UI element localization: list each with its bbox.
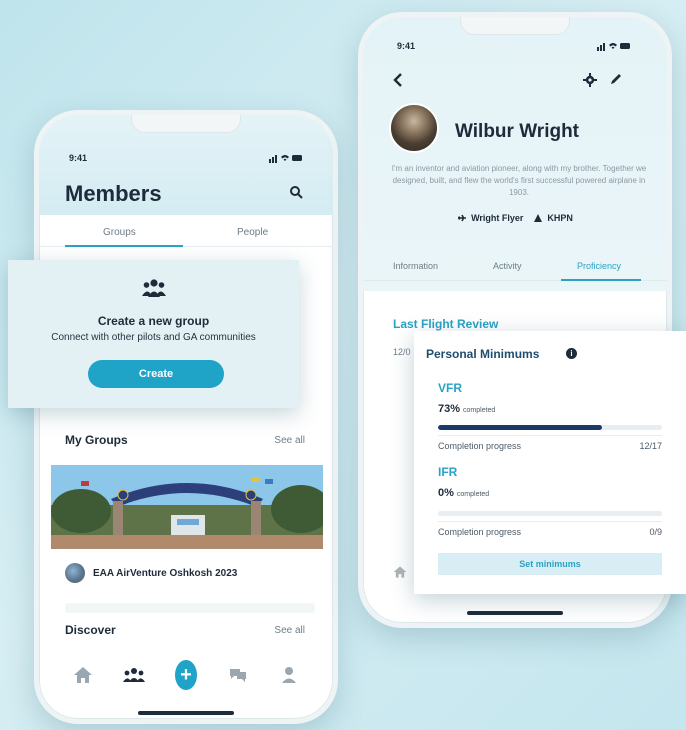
- status-icons: [269, 153, 303, 165]
- personal-minimums-card: Personal Minimums i VFR 73% completed Com…: [414, 331, 686, 594]
- discover-see-all[interactable]: See all: [274, 625, 305, 636]
- header-background: [363, 17, 667, 291]
- last-flight-review-date: 12/0: [393, 347, 411, 357]
- profile-name: Wilbur Wright: [455, 121, 580, 142]
- tab-people[interactable]: People: [237, 227, 268, 238]
- ifr-progress-count: 0/9: [649, 527, 662, 537]
- group-cover-image[interactable]: [51, 465, 323, 549]
- create-button[interactable]: Create: [88, 360, 224, 388]
- vfr-percent-suffix: completed: [463, 407, 496, 414]
- vfr-progress-fill: [438, 425, 602, 430]
- group-icon[interactable]: [123, 664, 146, 686]
- active-tab-indicator: [65, 245, 183, 247]
- ifr-label: IFR: [438, 465, 458, 479]
- status-time: 9:41: [69, 153, 88, 163]
- signal-wifi-battery-icon: [597, 43, 630, 51]
- create-group-card: Create a new group Connect with other pi…: [8, 260, 299, 408]
- group-name: EAA AirVenture Oshkosh 2023: [93, 567, 238, 579]
- divider: [438, 521, 662, 522]
- last-flight-review-title: Last Flight Review: [393, 317, 499, 331]
- ifr-percent-value: 0%: [438, 487, 454, 499]
- airport-code: KHPN: [547, 213, 573, 223]
- search-icon[interactable]: [289, 185, 303, 199]
- group-icon: [141, 278, 166, 298]
- ifr-percent-suffix: completed: [456, 491, 490, 498]
- vfr-label: VFR: [438, 381, 462, 395]
- phone-notch: [131, 115, 241, 133]
- my-groups-see-all[interactable]: See all: [274, 435, 305, 446]
- aircraft-name: Wright Flyer: [471, 213, 524, 223]
- signal-wifi-battery-icon: [269, 155, 302, 163]
- home-indicator: [138, 711, 234, 715]
- airplane-icon: [458, 214, 467, 222]
- divider: [438, 435, 662, 436]
- hangar-icon: [534, 214, 543, 222]
- person-icon[interactable]: [278, 664, 300, 686]
- members-phone: 9:41 Members Groups People My Groups See…: [34, 110, 338, 724]
- placeholder-row: [65, 603, 315, 613]
- tab-proficiency[interactable]: Proficiency: [577, 261, 621, 271]
- info-icon[interactable]: i: [566, 348, 577, 359]
- vfr-percent-value: 73%: [438, 403, 461, 415]
- status-time: 9:41: [397, 41, 416, 51]
- group-avatar: [65, 563, 85, 583]
- status-icons: [597, 41, 631, 53]
- tab-information[interactable]: Information: [393, 261, 438, 271]
- vfr-progress-count: 12/17: [639, 441, 662, 451]
- profile-bio: I'm an inventor and aviation pioneer, al…: [391, 164, 647, 197]
- avatar: [389, 103, 439, 153]
- create-group-title: Create a new group: [97, 314, 210, 328]
- ifr-progress-label: Completion progress: [438, 527, 522, 537]
- gear-icon[interactable]: [583, 73, 597, 87]
- vfr-progress-label: Completion progress: [438, 441, 522, 451]
- tab-activity[interactable]: Activity: [493, 261, 522, 271]
- create-group-subtitle: Connect with other pilots and GA communi…: [51, 332, 256, 343]
- plus-icon[interactable]: +: [174, 660, 197, 690]
- back-icon[interactable]: [393, 73, 403, 87]
- home-icon: [393, 565, 407, 579]
- discover-title: Discover: [65, 623, 116, 637]
- pencil-icon[interactable]: [609, 72, 623, 86]
- home-indicator: [467, 611, 563, 615]
- my-groups-title: My Groups: [65, 433, 128, 447]
- vfr-progress-bar: [438, 425, 662, 430]
- page-title: Members: [65, 181, 162, 206]
- personal-minimums-title: Personal Minimums: [426, 347, 540, 361]
- aircraft-meta: Wright Flyer: [457, 213, 523, 223]
- set-minimums-button[interactable]: Set minimums: [438, 553, 662, 575]
- vfr-percent: 73% completed: [438, 403, 495, 415]
- group-list-item[interactable]: EAA AirVenture Oshkosh 2023: [65, 563, 237, 583]
- ifr-progress-bar: [438, 511, 662, 516]
- ifr-percent: 0% completed: [438, 487, 489, 499]
- profile-meta: Wright Flyer KHPN: [363, 213, 667, 223]
- tab-groups[interactable]: Groups: [103, 227, 136, 238]
- home-icon[interactable]: [72, 664, 94, 686]
- phone-notch: [460, 17, 570, 35]
- active-tab-indicator: [561, 279, 641, 281]
- chat-icon[interactable]: [227, 664, 249, 686]
- airport-meta: KHPN: [533, 213, 573, 223]
- bottom-nav: +: [39, 655, 333, 695]
